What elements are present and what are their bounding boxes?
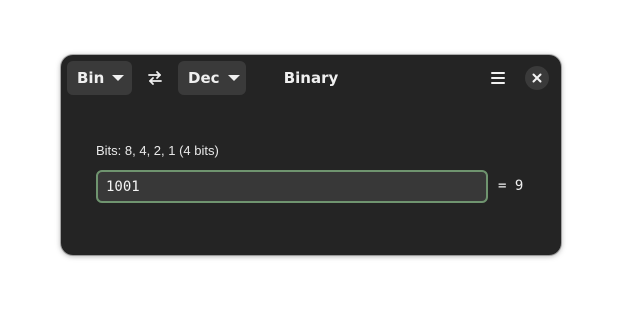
hamburger-menu-icon	[491, 72, 505, 84]
from-unit-label: Bin	[77, 69, 105, 87]
window-title: Binary	[283, 69, 339, 87]
binary-value-input[interactable]	[96, 170, 488, 203]
to-unit-dropdown[interactable]: Dec	[178, 61, 246, 95]
decimal-result: = 9	[498, 178, 524, 194]
close-icon	[532, 73, 542, 83]
app-window: Bin Dec Binary Bits: 8, 4, 2, 1 (4 bits)…	[61, 55, 561, 255]
chevron-down-icon	[112, 75, 125, 81]
chevron-down-icon	[227, 75, 240, 81]
close-button[interactable]	[525, 66, 549, 90]
from-unit-dropdown[interactable]: Bin	[67, 61, 132, 95]
swap-units-button[interactable]	[141, 61, 169, 95]
to-unit-label: Dec	[188, 69, 220, 87]
swap-arrows-icon	[148, 71, 162, 85]
header-bar: Bin Dec Binary	[61, 55, 561, 101]
main-menu-button[interactable]	[482, 64, 514, 92]
bits-info-label: Bits: 8, 4, 2, 1 (4 bits)	[96, 143, 219, 158]
